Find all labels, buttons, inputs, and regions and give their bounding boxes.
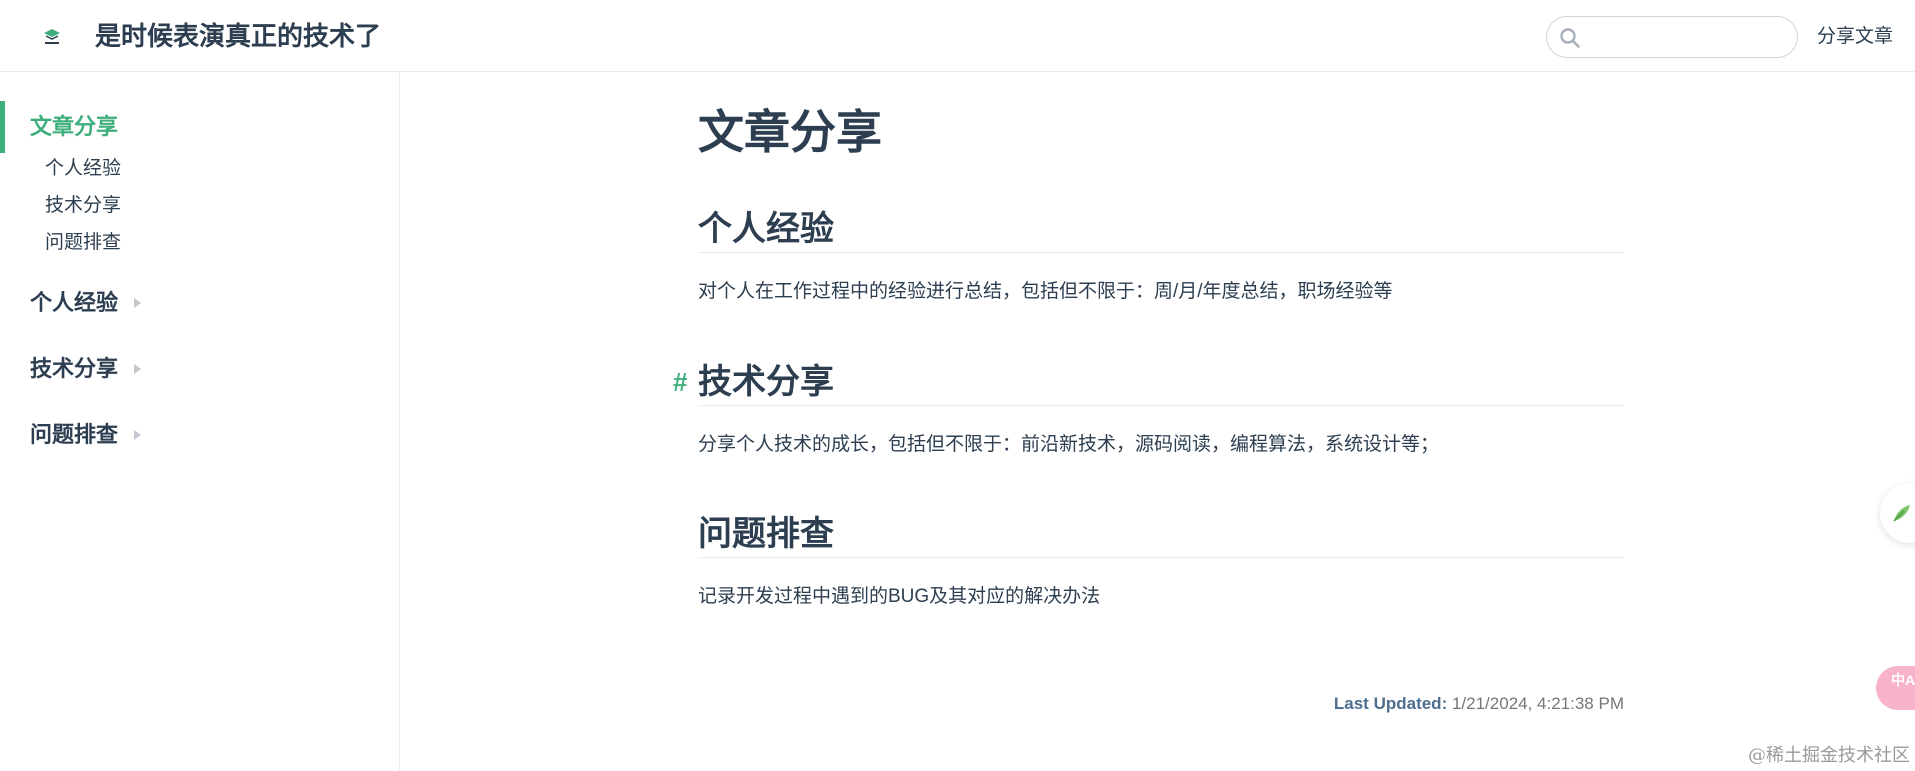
search-input[interactable] [1587, 25, 1787, 51]
section-heading-tech-sharing: # 技术分享 [673, 360, 1624, 406]
section-text-personal-experience: 对个人在工作过程中的经验进行总结，包括但不限于：周/月/年度总结，职场经验等 [698, 281, 1393, 302]
feather-icon [1893, 505, 1910, 522]
chevron-right-icon[interactable] [134, 298, 141, 308]
header-anchor-link[interactable]: # [673, 366, 687, 398]
sidebar-group-articles[interactable]: 文章分享 [30, 112, 118, 142]
sidebar-item-personal-experience[interactable]: 个人经验 [45, 156, 121, 182]
last-updated-label: Last Updated: [1333, 694, 1448, 713]
search-box[interactable] [1546, 16, 1798, 58]
sidebar-item-tech-sharing[interactable]: 技术分享 [45, 193, 121, 219]
sidebar-group-tech-sharing[interactable]: 技术分享 [30, 354, 118, 384]
section-text-troubleshooting: 记录开发过程中遇到的BUG及其对应的解决办法 [698, 586, 1101, 607]
sidebar-item-troubleshooting[interactable]: 问题排查 [45, 230, 121, 256]
sidebar: 文章分享 个人经验 技术分享 问题排查 个人经验 技术分享 问题排查 [0, 72, 400, 771]
navbar: 是时候表演真正的技术了 分享文章 [0, 0, 1915, 72]
last-updated: Last Updated: 1/21/2024, 4:21:38 PM [1334, 692, 1624, 716]
sidebar-group-troubleshooting[interactable]: 问题排查 [30, 420, 118, 450]
theme-toggle-button[interactable] [1880, 483, 1915, 543]
section-heading-personal-experience: 个人经验 [698, 207, 1624, 253]
section-heading-text: 技术分享 [698, 363, 834, 401]
sidebar-group-personal-experience[interactable]: 个人经验 [30, 288, 118, 318]
chevron-right-icon[interactable] [134, 364, 141, 374]
translate-button[interactable]: 中A [1876, 666, 1915, 710]
section-heading-troubleshooting: 问题排查 [698, 512, 1624, 558]
nav-link-share-articles[interactable]: 分享文章 [1817, 24, 1893, 50]
search-icon [1560, 28, 1580, 48]
sidebar-active-indicator [0, 101, 5, 153]
site-title[interactable]: 是时候表演真正的技术了 [95, 18, 381, 54]
section-text-tech-sharing: 分享个人技术的成长，包括但不限于：前沿新技术，源码阅读，编程算法，系统设计等； [698, 434, 1440, 455]
chevron-right-icon[interactable] [134, 430, 141, 440]
site-logo-icon[interactable] [38, 22, 66, 50]
section-heading-text: 问题排查 [698, 515, 834, 553]
translate-icon: 中A [1891, 672, 1915, 688]
section-heading-text: 个人经验 [698, 210, 834, 248]
last-updated-value: 1/21/2024, 4:21:38 PM [1451, 694, 1624, 713]
page-title: 文章分享 [698, 106, 882, 158]
watermark: @稀土掘金技术社区 [1748, 745, 1910, 766]
